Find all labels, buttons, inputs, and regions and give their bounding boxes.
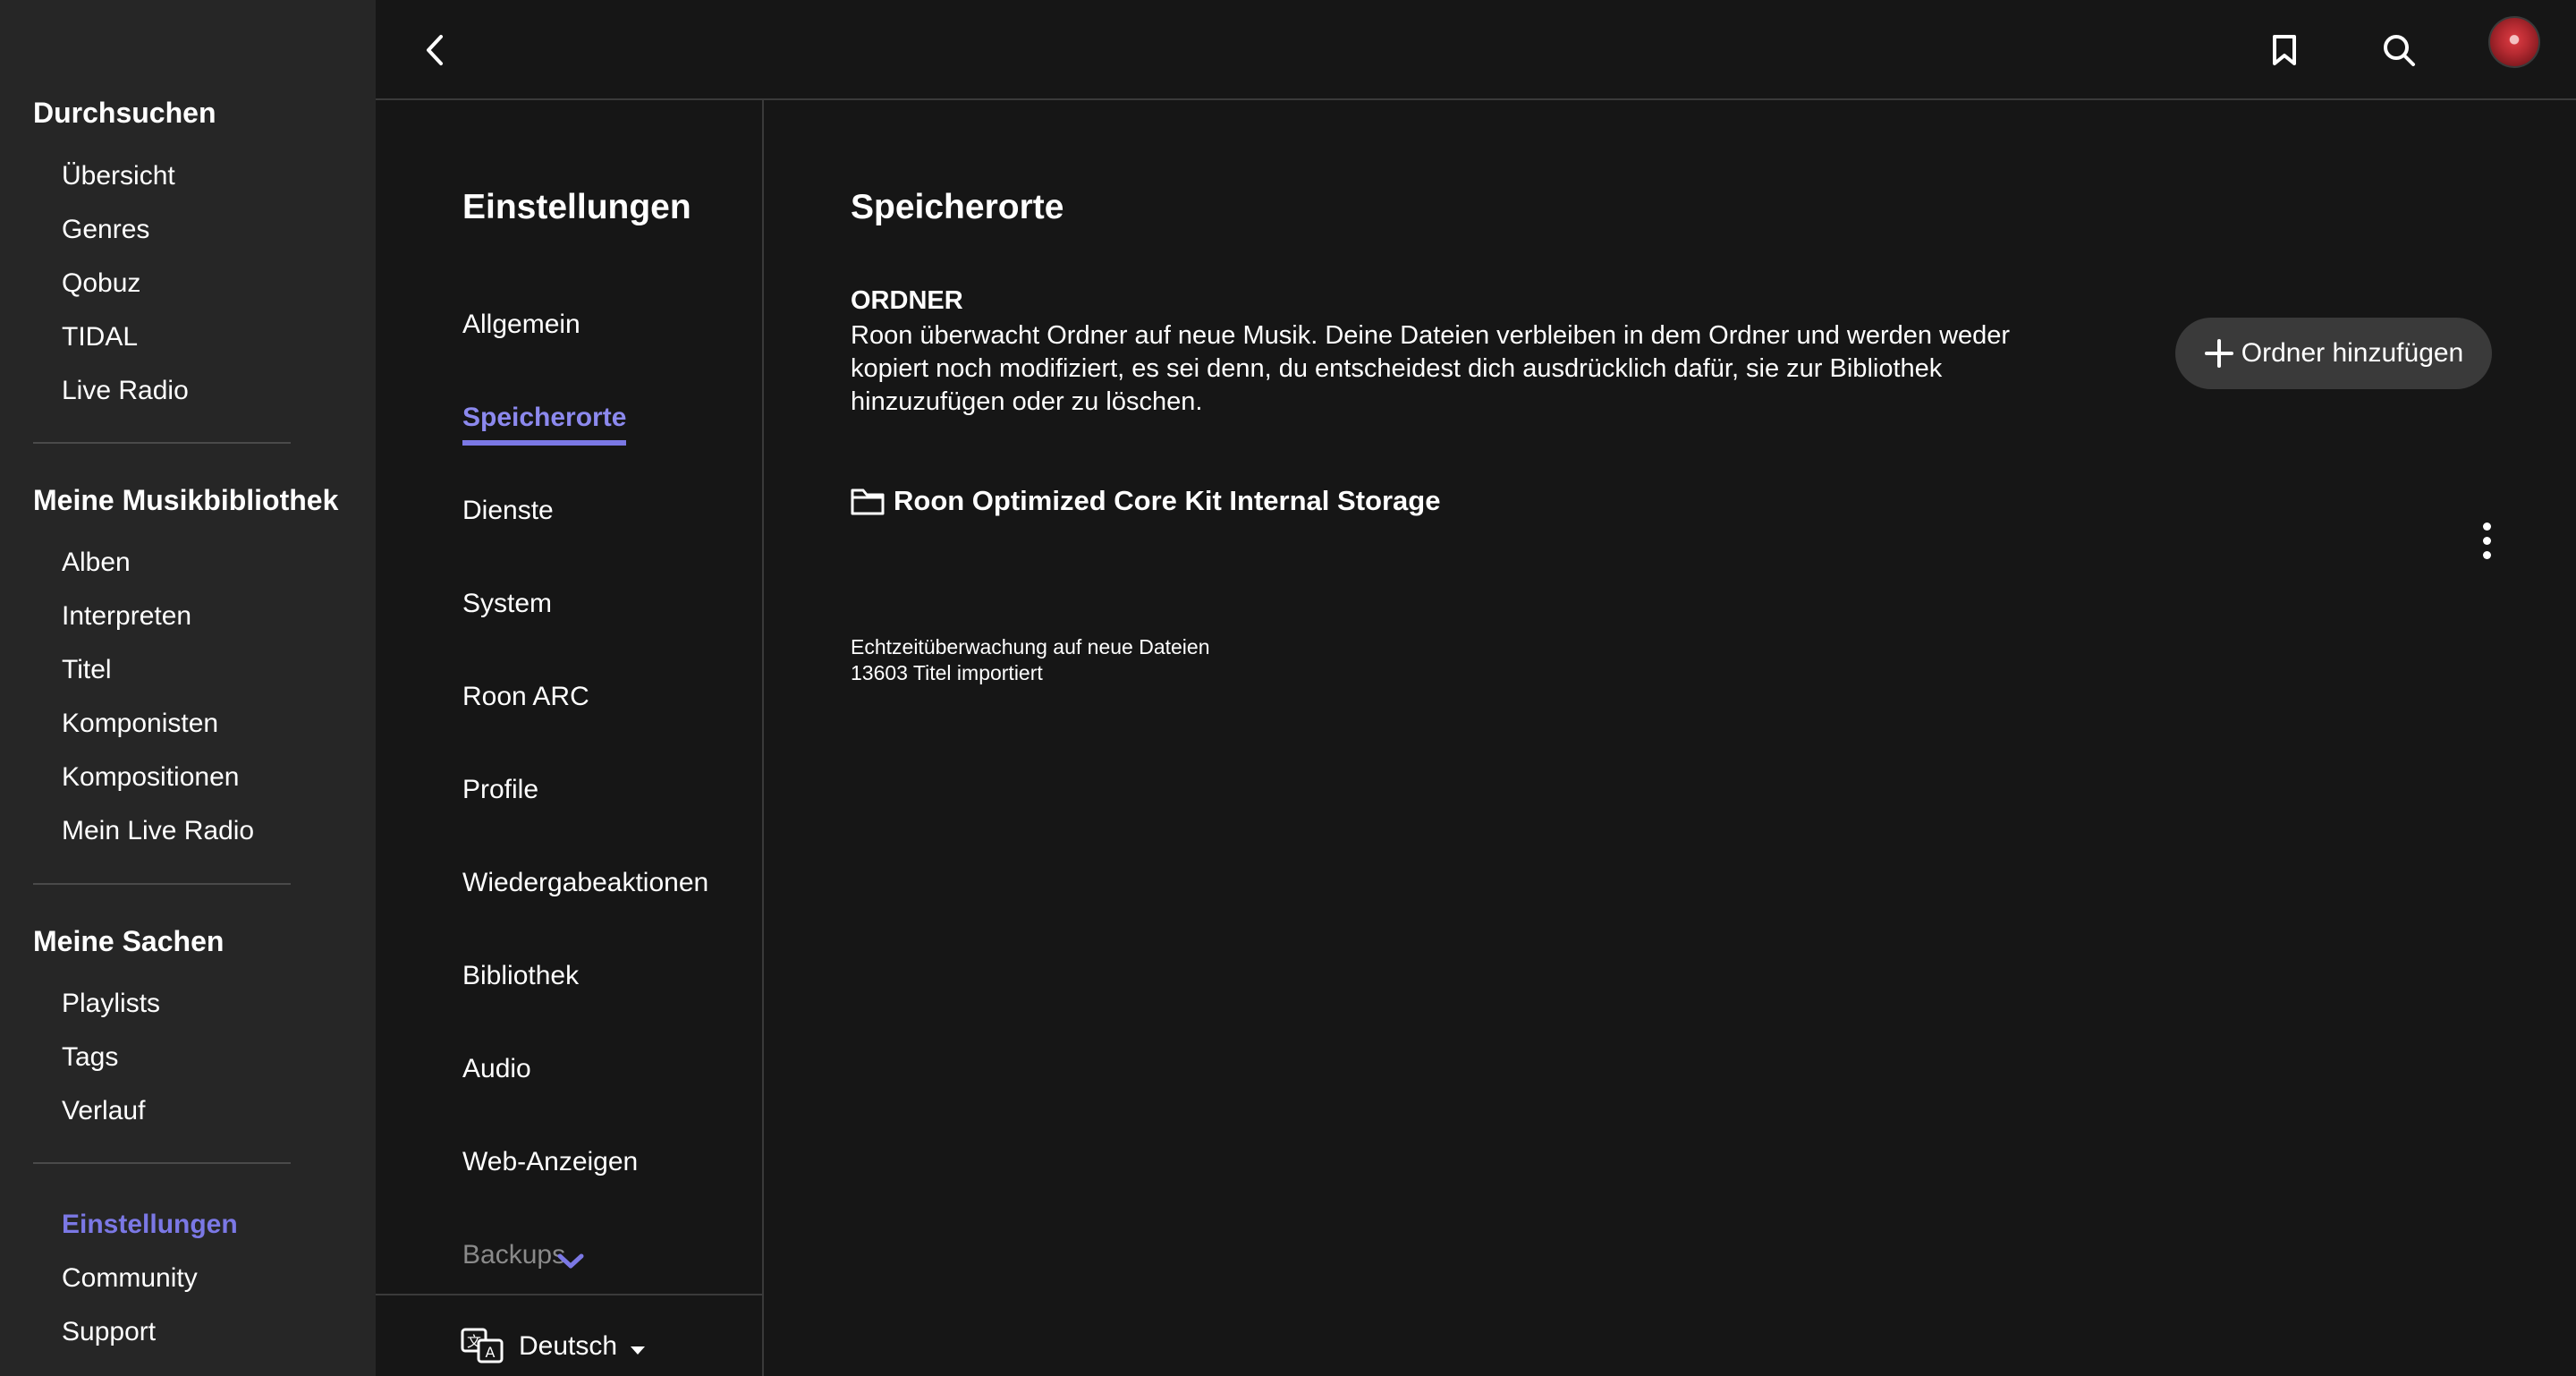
tab-playback-actions[interactable]: Wiedergabeaktionen <box>462 868 708 898</box>
sidebar-item-live-radio[interactable]: Live Radio <box>62 376 189 406</box>
tab-roon-arc[interactable]: Roon ARC <box>462 682 589 712</box>
bookmark-icon[interactable] <box>2254 20 2315 81</box>
section-title-library: Meine Musikbibliothek <box>33 484 339 516</box>
sidebar-item-settings[interactable]: Einstellungen <box>62 1210 238 1240</box>
section-title-my-stuff: Meine Sachen <box>33 925 225 957</box>
sidebar-item-my-live-radio[interactable]: Mein Live Radio <box>62 816 254 846</box>
tab-backups[interactable]: Backups <box>462 1240 565 1270</box>
avatar[interactable] <box>2488 16 2540 68</box>
add-folder-label: Ordner hinzufügen <box>2241 338 2464 368</box>
tab-services[interactable]: Dienste <box>462 496 554 526</box>
folder-section-heading: ORDNER <box>851 286 963 315</box>
sidebar-divider <box>33 883 291 885</box>
sidebar-item-artists[interactable]: Interpreten <box>62 601 191 632</box>
storage-location-item[interactable]: Roon Optimized Core Kit Internal Storage <box>851 485 2505 592</box>
sidebar-divider <box>33 442 291 444</box>
scroll-down-icon[interactable] <box>555 1251 587 1272</box>
add-folder-button[interactable]: Ordner hinzufügen <box>2175 318 2492 389</box>
sidebar-divider <box>33 1162 291 1164</box>
chevron-left-icon[interactable] <box>404 20 465 81</box>
sidebar-item-community[interactable]: Community <box>62 1263 198 1294</box>
tab-web-displays[interactable]: Web-Anzeigen <box>462 1147 638 1177</box>
sidebar-item-tidal[interactable]: TIDAL <box>62 322 138 352</box>
sidebar-item-tags[interactable]: Tags <box>62 1042 118 1073</box>
section-title-browse: Durchsuchen <box>33 97 216 129</box>
tab-audio[interactable]: Audio <box>462 1054 531 1084</box>
svg-text:A: A <box>486 1344 496 1361</box>
language-selector[interactable]: 文 A Deutsch <box>376 1294 762 1376</box>
settings-title: Einstellungen <box>462 188 691 226</box>
main-sidebar: Durchsuchen Übersicht Genres Qobuz TIDAL… <box>0 0 376 1376</box>
more-options-icon[interactable] <box>2469 514 2504 567</box>
sidebar-item-composers[interactable]: Komponisten <box>62 709 218 739</box>
language-label: Deutsch <box>519 1331 618 1361</box>
page-title: Speicherorte <box>851 188 1064 226</box>
sidebar-item-albums[interactable]: Alben <box>62 548 131 578</box>
storage-name: Roon Optimized Core Kit Internal Storage <box>894 485 1441 516</box>
sidebar-item-compositions[interactable]: Kompositionen <box>62 762 239 793</box>
caret-down-icon <box>629 1344 647 1360</box>
sidebar-item-qobuz[interactable]: Qobuz <box>62 268 140 299</box>
settings-nav: Einstellungen Allgemein Speicherorte Die… <box>376 100 764 1376</box>
main-content: Speicherorte ORDNER Roon überwacht Ordne… <box>766 100 2576 1376</box>
folder-icon <box>851 487 885 520</box>
tab-storage[interactable]: Speicherorte <box>462 403 627 446</box>
tab-system[interactable]: System <box>462 589 552 619</box>
translate-icon: 文 A <box>461 1328 505 1370</box>
sidebar-item-genres[interactable]: Genres <box>62 215 149 245</box>
sidebar-item-support[interactable]: Support <box>62 1317 156 1347</box>
sidebar-item-history[interactable]: Verlauf <box>62 1096 145 1126</box>
sidebar-item-overview[interactable]: Übersicht <box>62 161 175 191</box>
tab-profiles[interactable]: Profile <box>462 775 538 805</box>
tab-general[interactable]: Allgemein <box>462 310 580 340</box>
search-icon[interactable] <box>2368 20 2429 81</box>
tab-library[interactable]: Bibliothek <box>462 961 579 991</box>
sidebar-item-playlists[interactable]: Playlists <box>62 989 160 1019</box>
storage-count: 13603 Titel importiert <box>851 661 1043 684</box>
folder-description: Roon überwacht Ordner auf neue Musik. De… <box>851 321 2011 416</box>
plus-icon <box>2204 339 2233 368</box>
top-bar <box>376 0 2576 100</box>
sidebar-item-tracks[interactable]: Titel <box>62 655 112 685</box>
storage-status-text: Echtzeitüberwachung auf neue Dateien <box>851 635 1210 658</box>
